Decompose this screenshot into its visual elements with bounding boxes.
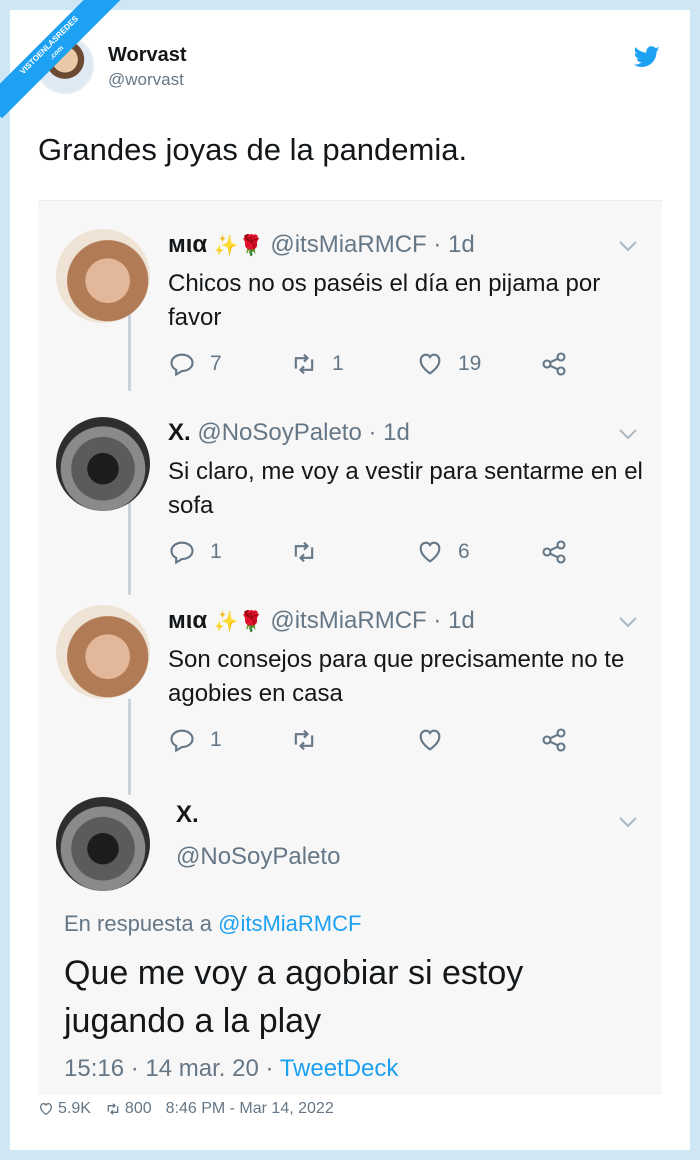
thread-tweet: мια ✨🌹 @itsMiaRMCF · 1d Son consejos par… <box>38 597 662 777</box>
mia-avatar[interactable] <box>56 605 150 699</box>
reply-button[interactable]: 7 <box>168 349 222 379</box>
focused-tweet-meta: 15:16 · 14 mar. 20 · TweetDeck <box>64 1055 398 1083</box>
share-icon <box>542 728 566 752</box>
retweet-icon <box>294 353 314 375</box>
reply-count: 1 <box>210 540 222 563</box>
footer-likes[interactable]: 5.9K <box>38 1100 91 1118</box>
reply-count: 1 <box>210 728 222 751</box>
footer-retweets[interactable]: 800 <box>105 1100 152 1118</box>
retweet-button[interactable]: 1 <box>290 349 344 379</box>
heart-icon <box>419 729 441 751</box>
author-name[interactable]: Worvast <box>108 44 187 67</box>
share-button[interactable] <box>540 349 582 379</box>
focused-tweet-text: Que me voy a agobiar si estoy jugando a … <box>64 954 524 1040</box>
reply-to-link[interactable]: @itsMiaRMCF <box>218 911 361 936</box>
heart-icon <box>39 1102 53 1116</box>
focused-tweet: X. @NoSoyPaleto En respuesta a @itsMiaRM… <box>38 781 662 1083</box>
reply-context: En respuesta a @itsMiaRMCF <box>64 911 361 937</box>
focused-author-handle[interactable]: @NoSoyPaleto <box>176 843 340 871</box>
author-handle[interactable]: @worvast <box>108 70 184 90</box>
tweet-author-name[interactable]: X. <box>168 419 191 446</box>
reply-icon <box>170 353 194 377</box>
x-avatar[interactable] <box>56 797 150 891</box>
like-button[interactable] <box>416 725 458 755</box>
chevron-down-icon[interactable] <box>618 239 638 253</box>
thread-tweet: X. @NoSoyPaleto · 1d Si claro, me voy a … <box>38 409 662 589</box>
chevron-down-icon[interactable] <box>618 427 638 441</box>
retweet-icon <box>107 1103 119 1115</box>
name-emoji: ✨🌹 <box>213 611 264 633</box>
tweet-author-name[interactable]: мια <box>168 607 207 634</box>
like-count: 6 <box>458 540 470 563</box>
reply-count: 7 <box>210 352 222 375</box>
tweet-body: Son consejos para que precisamente no te… <box>168 646 625 707</box>
tweet-card: VISTOENLASREDES .com Worvast @worvast Gr… <box>0 0 690 1150</box>
tweet-header: Worvast @worvast <box>36 36 664 96</box>
reply-prefix: En respuesta a <box>64 911 219 936</box>
like-button[interactable]: 6 <box>416 537 470 567</box>
x-avatar[interactable] <box>56 417 150 511</box>
tweet-time[interactable]: 15:16 · 14 mar. 20 · <box>64 1055 280 1082</box>
reply-button[interactable]: 1 <box>168 537 222 567</box>
tweet-body: Si claro, me voy a vestir para sentarme … <box>168 458 643 519</box>
tweet-author-name[interactable]: мια <box>168 231 207 258</box>
share-icon <box>542 540 566 564</box>
heart-icon <box>419 541 441 563</box>
footer-timestamp[interactable]: 8:46 PM - Mar 14, 2022 <box>166 1100 334 1118</box>
tweet-actions: 7 1 19 <box>168 349 588 379</box>
tweet-body: Chicos no os paséis el día en pijama por… <box>168 270 601 331</box>
share-icon <box>542 352 566 376</box>
footer-like-count: 5.9K <box>58 1100 91 1117</box>
name-emoji: ✨🌹 <box>213 235 264 257</box>
embedded-screenshot: мια ✨🌹 @itsMiaRMCF · 1d Chicos no os pas… <box>38 200 662 1095</box>
footer-retweet-count: 800 <box>124 1100 152 1117</box>
retweet-icon <box>294 729 314 751</box>
thread-tweet: мια ✨🌹 @itsMiaRMCF · 1d Chicos no os pas… <box>38 221 662 401</box>
reply-icon <box>170 541 194 565</box>
mia-avatar[interactable] <box>56 229 150 323</box>
tweet-handle-time[interactable]: @itsMiaRMCF · 1d <box>270 231 474 258</box>
retweet-count: 1 <box>332 352 344 375</box>
like-button[interactable]: 19 <box>416 349 481 379</box>
tweet-text: Grandes joyas de la pandemia. <box>38 132 468 167</box>
reply-button[interactable]: 1 <box>168 725 222 755</box>
tweet-actions: 1 <box>168 725 588 755</box>
retweet-button[interactable] <box>290 725 332 755</box>
retweet-button[interactable] <box>290 537 332 567</box>
share-button[interactable] <box>540 537 582 567</box>
focused-author-name[interactable]: X. <box>176 801 199 829</box>
retweet-icon <box>294 541 314 563</box>
like-count: 19 <box>458 352 482 375</box>
reply-icon <box>170 729 194 753</box>
tweet-handle-time[interactable]: @itsMiaRMCF · 1d <box>270 607 474 634</box>
chevron-down-icon[interactable] <box>618 815 638 829</box>
heart-icon <box>419 353 441 375</box>
tweet-source[interactable]: TweetDeck <box>280 1055 399 1082</box>
twitter-bird-icon[interactable] <box>634 46 660 68</box>
share-button[interactable] <box>540 725 582 755</box>
tweet-footer: 5.9K 800 8:46 PM - Mar 14, 2022 <box>38 1100 334 1118</box>
tweet-actions: 1 6 <box>168 537 588 567</box>
tweet-handle-time[interactable]: @NoSoyPaleto · 1d <box>197 419 409 446</box>
chevron-down-icon[interactable] <box>618 615 638 629</box>
